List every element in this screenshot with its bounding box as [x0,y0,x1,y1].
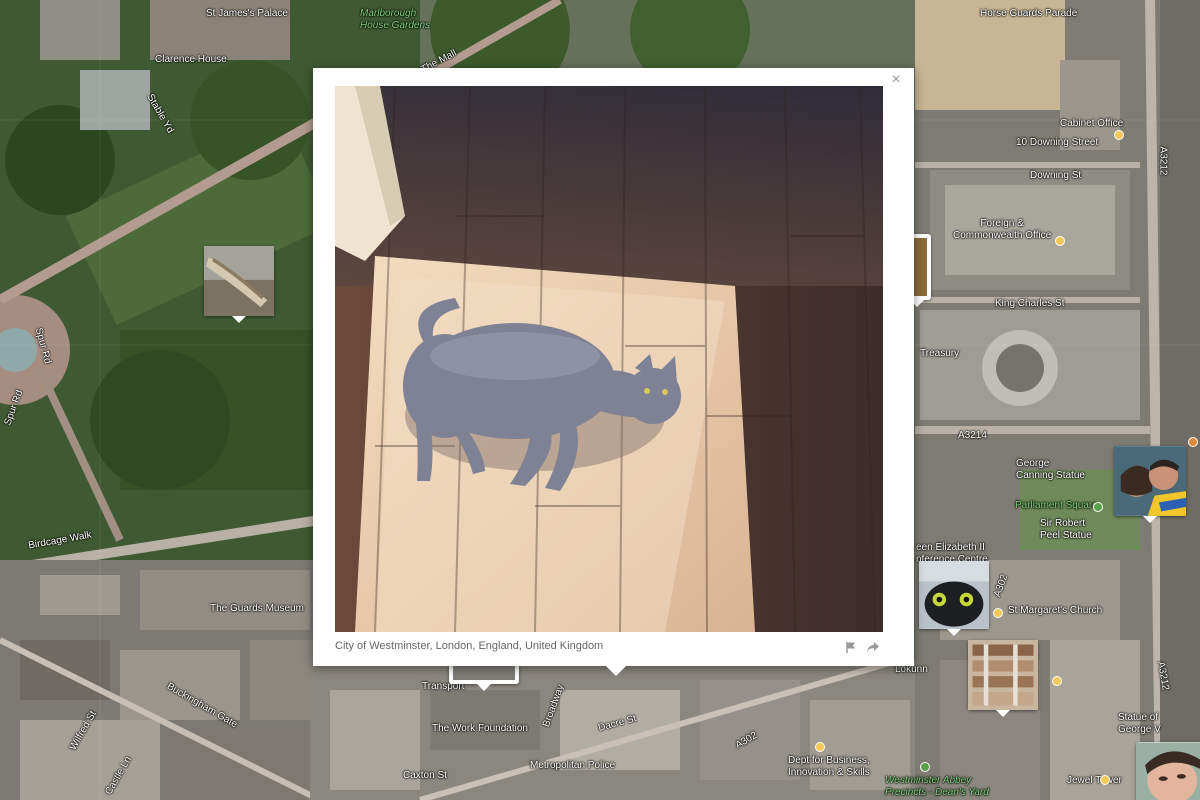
photo-marker-black-cat[interactable] [919,561,989,636]
tree-icon[interactable] [1093,502,1103,512]
selfie-thumbnail [1114,446,1186,516]
food-icon[interactable] [1188,437,1198,447]
map-label-cabinet-office: Cabinet Office [1060,118,1124,129]
photo-popup: × City of Westminster, London, England, … [313,68,914,676]
map-label-robert-peel: Sir Robert Peel Statue [1040,518,1092,541]
popup-photo[interactable] [335,86,883,632]
map-label-caxton-st: Caxton St [403,770,447,781]
map-label-marlborough: Marlborough House Gardens [360,8,431,31]
map-label-dept-business: Dept for Business, Innovation & Skills [788,755,870,778]
map-label-george-canning: George Canning Statue [1016,458,1085,481]
map-label-king-charles: King Charles St [995,298,1065,309]
map-label-a3212: A3212 [1157,146,1169,176]
photo-marker-shelf[interactable] [968,640,1038,717]
share-arrow-icon[interactable] [866,640,880,654]
photo-location-caption: City of Westminster, London, England, Un… [335,640,604,652]
map-label-statue-of: Statue of George V [1118,712,1161,735]
face-thumbnail [1136,742,1200,800]
photo-marker-lizard[interactable] [204,246,274,323]
cat-on-floor-photo [335,86,883,632]
flag-icon[interactable] [844,640,858,654]
lizard-thumbnail [204,246,274,316]
map-label-horse-guards: Horse Guards Parade [980,8,1078,19]
poi-icon[interactable] [993,608,1003,618]
close-icon[interactable]: × [888,72,904,88]
map-label-downing-st: Downing St [1030,170,1082,181]
photo-marker-face[interactable] [1136,742,1200,800]
map-label-westminster-abbey: Westminster Abbey Precincts - Dean's Yar… [885,775,989,798]
map-label-treasury: Treasury [920,348,960,359]
map-label-work-foundation: The Work Foundation [432,723,528,734]
shelf-thumbnail [968,640,1038,710]
poi-icon[interactable] [1114,130,1124,140]
poi-icon[interactable] [815,742,825,752]
map-label-clarence-house: Clarence House [155,54,227,65]
photo-marker-selfie[interactable] [1114,446,1186,523]
map-label-downing-10: 10 Downing Street [1016,137,1099,148]
map-label-st-margarets: St Margaret's Church [1008,605,1103,616]
map-label-a3214: A3214 [958,430,987,441]
map-label-jewel-tower: Jewel Tower [1067,775,1122,786]
map-label-guards-museum: The Guards Museum [210,603,304,614]
poi-icon[interactable] [1100,775,1110,785]
map-label-parliament-square: Parliament Square [1015,500,1098,511]
poi-icon[interactable] [1055,236,1065,246]
poi-icon[interactable] [1052,676,1062,686]
tree-icon[interactable] [920,762,930,772]
map-label-foreign-office: Foreign & Commonwealth Office [953,218,1052,241]
black-cat-thumbnail [919,561,989,629]
map-label-metropolitan-police: Metropolitan Police [530,760,616,771]
map-label-st-james-palace: St James's Palace [206,8,288,19]
